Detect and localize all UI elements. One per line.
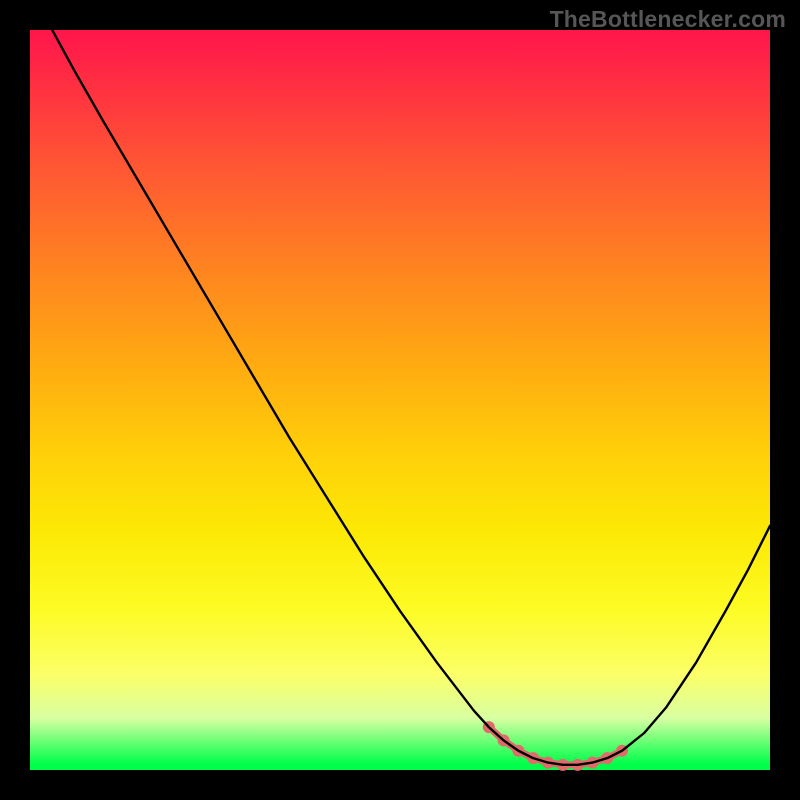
watermark-text: TheBottlenecker.com xyxy=(550,6,786,33)
chart-svg xyxy=(30,30,770,770)
chart-line-series xyxy=(30,0,770,765)
chart-area xyxy=(30,30,770,770)
chart-frame: TheBottlenecker.com xyxy=(0,0,800,800)
